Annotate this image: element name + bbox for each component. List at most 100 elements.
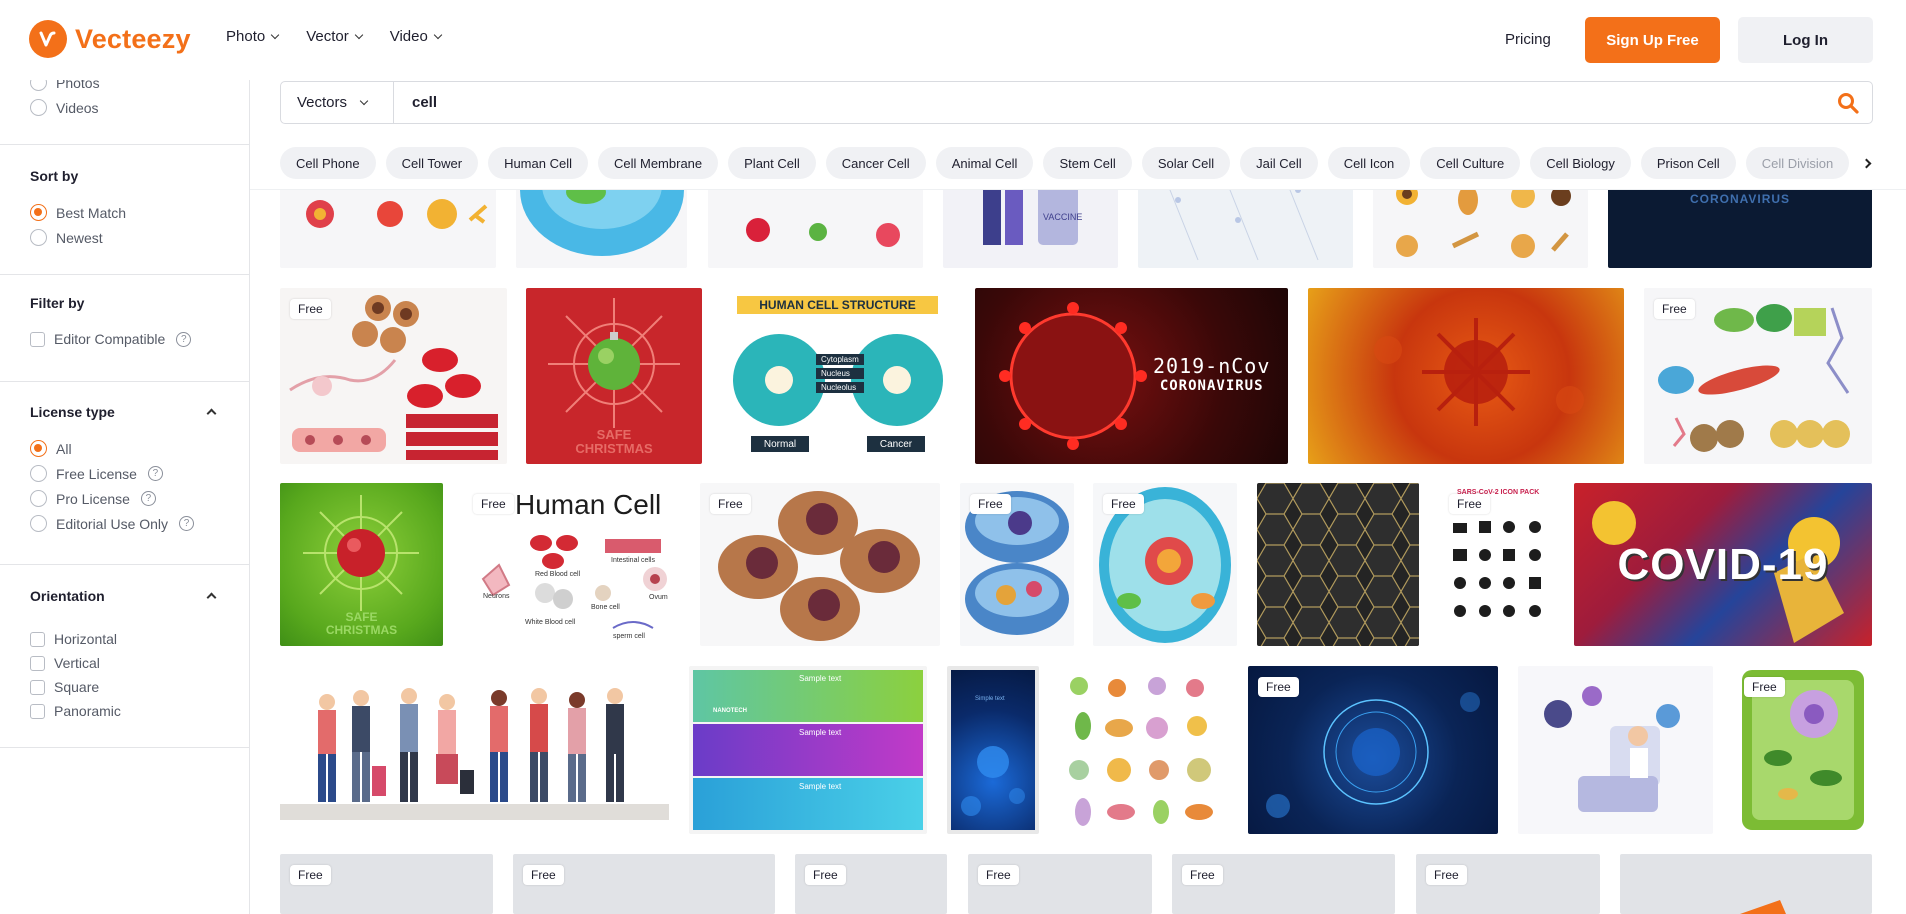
- help-icon[interactable]: ?: [140, 491, 156, 506]
- sort-newest[interactable]: Newest: [30, 229, 103, 246]
- result-tile[interactable]: Free: [1734, 666, 1872, 834]
- asset-type-videos[interactable]: Videos: [30, 99, 99, 116]
- result-tile[interactable]: 2019-nCov CORONAVIRUS: [975, 288, 1288, 464]
- result-tile[interactable]: Free: [1093, 483, 1237, 646]
- help-icon[interactable]: ?: [176, 331, 192, 347]
- result-tile[interactable]: Free: [513, 854, 775, 914]
- radio-button[interactable]: [30, 229, 47, 246]
- search-type-dropdown[interactable]: Vectors: [281, 82, 394, 123]
- result-tile[interactable]: COVID-19: [1574, 483, 1872, 646]
- nanotech-brand: NANOTECH: [713, 708, 747, 714]
- asset-type-label: Videos: [56, 99, 99, 116]
- result-tile[interactable]: Human Cell Red Blood cell Intestinal cel…: [463, 483, 680, 646]
- license-editorial[interactable]: Editorial Use Only?: [30, 515, 195, 532]
- orientation-panoramic[interactable]: Panoramic: [30, 703, 121, 719]
- vecteezy-logo-icon: [29, 20, 67, 58]
- result-tile[interactable]: Sample text Sample text Sample text NANO…: [689, 666, 927, 834]
- result-tile[interactable]: Free: [280, 854, 493, 914]
- checkbox[interactable]: [30, 679, 45, 695]
- license-pro[interactable]: Pro License?: [30, 490, 156, 507]
- chip-jail-cell[interactable]: Jail Cell: [1240, 147, 1318, 179]
- result-tile[interactable]: [1059, 666, 1228, 834]
- chevron-up-icon[interactable]: [206, 592, 217, 603]
- chip-human-cell[interactable]: Human Cell: [488, 147, 588, 179]
- chip-animal-cell[interactable]: Animal Cell: [935, 147, 1034, 179]
- result-tile[interactable]: SARS-CoV-2 ICON PACK Free: [1439, 483, 1554, 646]
- result-tile[interactable]: [1620, 854, 1872, 914]
- cytoplasm-label: Cytoplasm: [816, 354, 864, 365]
- license-all[interactable]: All: [30, 440, 72, 457]
- nav-video[interactable]: Video: [390, 28, 443, 45]
- search-input[interactable]: [394, 82, 1824, 123]
- chip-solar-cell[interactable]: Solar Cell: [1141, 147, 1231, 179]
- filter-sidebar: Photos Videos Sort by Best Match Newest …: [0, 74, 250, 914]
- checkbox[interactable]: [30, 655, 45, 671]
- result-tile[interactable]: Free: [795, 854, 947, 914]
- result-tile[interactable]: Free: [960, 483, 1074, 646]
- orientation-square[interactable]: Square: [30, 679, 99, 695]
- top-navigation-bar: Vecteezy Photo Vector Video Pricing Sign…: [0, 0, 1906, 80]
- result-tile[interactable]: SAFE CHRISTMAS: [526, 288, 702, 464]
- chip-stem-cell[interactable]: Stem Cell: [1043, 147, 1132, 179]
- sign-up-button[interactable]: Sign Up Free: [1585, 17, 1720, 63]
- result-tile[interactable]: Free: [280, 288, 507, 464]
- result-tile[interactable]: [1308, 288, 1624, 464]
- chip-cell-icon[interactable]: Cell Icon: [1327, 147, 1411, 179]
- help-icon[interactable]: ?: [179, 516, 195, 531]
- chip-cell-tower[interactable]: Cell Tower: [385, 147, 479, 179]
- chip-cell-membrane[interactable]: Cell Membrane: [597, 147, 719, 179]
- chip-prison-cell[interactable]: Prison Cell: [1640, 147, 1736, 179]
- radio-button[interactable]: [30, 515, 47, 532]
- sort-best-match[interactable]: Best Match: [30, 204, 126, 221]
- orientation-option-label: Vertical: [54, 655, 100, 671]
- result-tile[interactable]: Free: [1416, 854, 1600, 914]
- chip-cell-division[interactable]: Cell Division: [1745, 147, 1850, 179]
- chip-cell-culture[interactable]: Cell Culture: [1420, 147, 1521, 179]
- result-tile[interactable]: HUMAN CELL STRUCTURE Cytoplasm Nucleus N…: [721, 288, 955, 464]
- result-tile[interactable]: Free: [1248, 666, 1498, 834]
- radio-button[interactable]: [30, 490, 47, 507]
- log-in-button[interactable]: Log In: [1738, 17, 1873, 63]
- license-free[interactable]: Free License?: [30, 465, 163, 482]
- radio-button[interactable]: [30, 440, 47, 457]
- search-button[interactable]: [1824, 82, 1872, 123]
- radio-button[interactable]: [30, 465, 47, 482]
- result-tile[interactable]: SAFE CHRISTMAS: [280, 483, 443, 646]
- divider: [0, 274, 250, 275]
- checkbox[interactable]: [30, 703, 45, 719]
- chip-cell-biology[interactable]: Cell Biology: [1530, 147, 1631, 179]
- result-tile[interactable]: Free: [1172, 854, 1395, 914]
- christmas-line2: CHRISTMAS: [325, 623, 398, 637]
- filter-editor-compatible[interactable]: Editor Compatible?: [30, 331, 192, 347]
- chips-next-button[interactable]: [1850, 147, 1882, 179]
- pricing-link[interactable]: Pricing: [1505, 31, 1551, 48]
- result-tile[interactable]: Free: [1644, 288, 1872, 464]
- free-badge: Free: [1426, 865, 1467, 885]
- result-tile[interactable]: [280, 666, 669, 834]
- search-icon: [1838, 92, 1859, 114]
- result-tile[interactable]: [1518, 666, 1713, 834]
- chip-plant-cell[interactable]: Plant Cell: [728, 147, 816, 179]
- result-tile[interactable]: [1257, 483, 1419, 646]
- nucleus-label: Nucleus: [816, 368, 864, 379]
- result-tile[interactable]: Simple text: [947, 666, 1039, 834]
- nav-vector[interactable]: Vector: [306, 28, 363, 45]
- free-badge: Free: [1744, 677, 1785, 697]
- radio-button[interactable]: [30, 99, 47, 116]
- vecteezy-logo[interactable]: Vecteezy: [29, 20, 191, 58]
- divider: [0, 381, 250, 382]
- checkbox[interactable]: [30, 331, 45, 347]
- chip-cancer-cell[interactable]: Cancer Cell: [825, 147, 926, 179]
- chip-cell-phone[interactable]: Cell Phone: [280, 147, 376, 179]
- orientation-horizontal[interactable]: Horizontal: [30, 631, 117, 647]
- help-icon[interactable]: ?: [147, 466, 163, 481]
- main-nav: Photo Vector Video: [226, 28, 443, 45]
- nav-photo[interactable]: Photo: [226, 28, 280, 45]
- free-badge: Free: [710, 494, 751, 514]
- result-tile[interactable]: Free: [700, 483, 940, 646]
- orientation-vertical[interactable]: Vertical: [30, 655, 100, 671]
- radio-button[interactable]: [30, 204, 47, 221]
- result-tile[interactable]: Free: [968, 854, 1152, 914]
- chevron-up-icon[interactable]: [206, 408, 217, 419]
- checkbox[interactable]: [30, 631, 45, 647]
